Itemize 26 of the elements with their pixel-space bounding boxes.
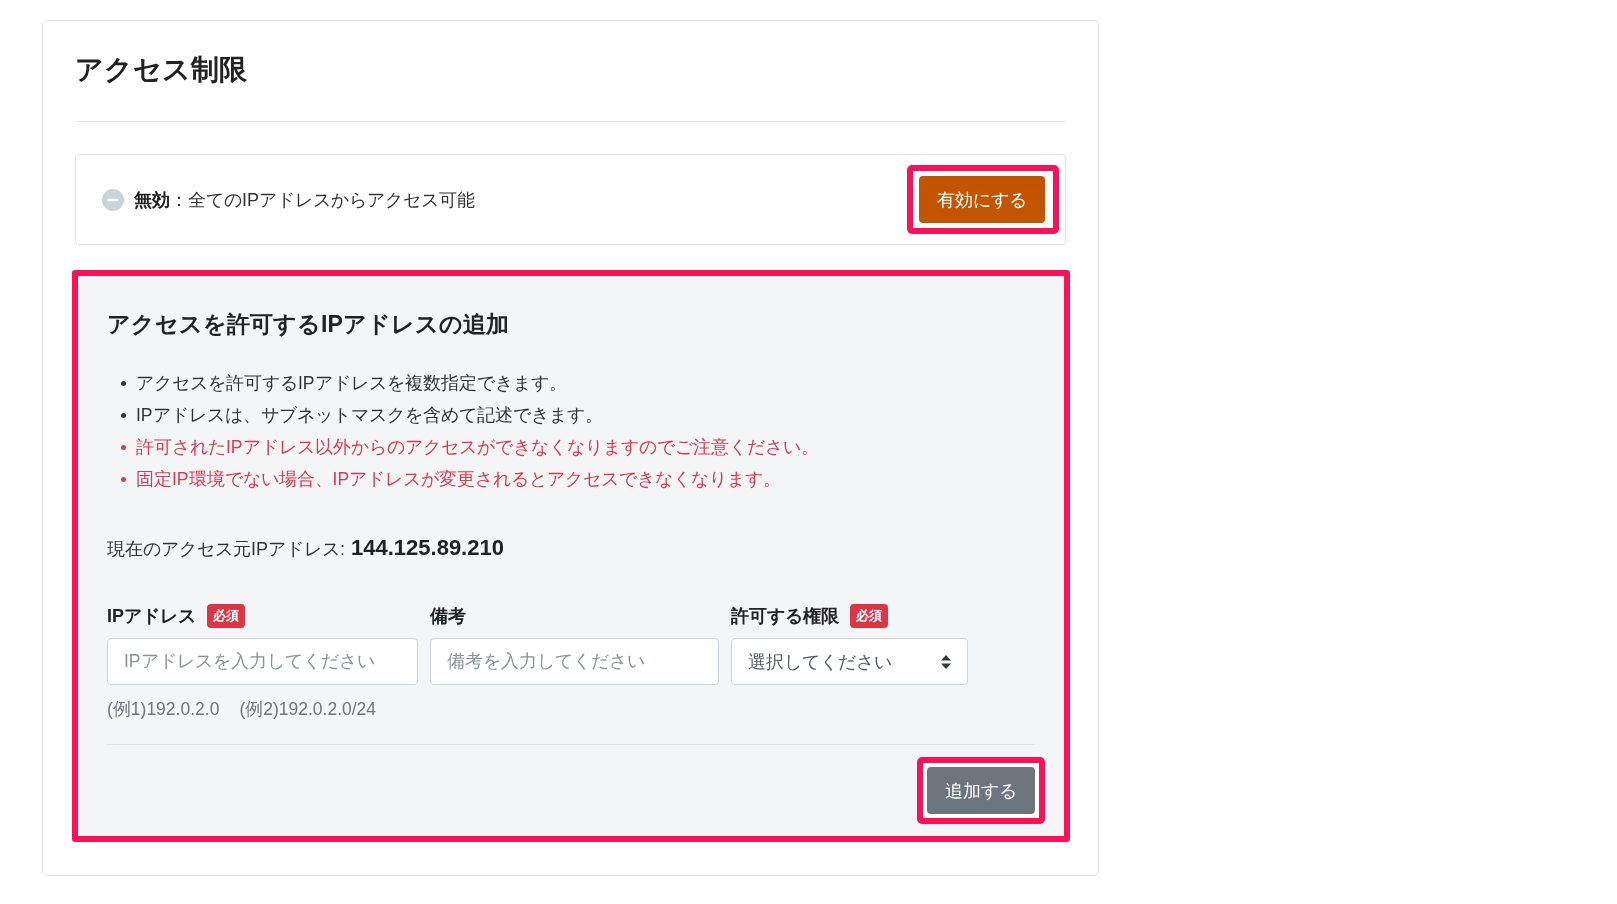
field-label: 備考: [430, 605, 466, 628]
current-ip-label: 現在のアクセス元IPアドレス:: [107, 538, 345, 561]
bullet-icon: [121, 444, 126, 450]
bullet-icon: [121, 412, 126, 418]
text-input[interactable]: 備考を入力してください: [430, 638, 719, 685]
field-label: 許可する権限: [731, 605, 839, 628]
required-badge: 必須: [850, 604, 888, 628]
enable-button[interactable]: 有効にする: [919, 176, 1045, 223]
select-dropdown[interactable]: 選択してください: [731, 638, 968, 685]
section-title: アクセスを許可するIPアドレスの追加: [107, 310, 510, 339]
note-text: IPアドレスは、サブネットマスクを含めて記述できます。: [136, 404, 603, 427]
required-badge: 必須: [207, 604, 245, 628]
example-text: (例1)192.0.2.0: [107, 698, 220, 721]
status-text: 無効：全てのIPアドレスからアクセス可能: [134, 188, 475, 212]
note-text: 許可されたIPアドレス以外からのアクセスができなくなりますのでご注意ください。: [136, 436, 819, 459]
up-down-arrows-icon: [941, 654, 951, 669]
note-text: アクセスを許可するIPアドレスを複数指定できます。: [136, 372, 567, 395]
current-ip-value: 144.125.89.210: [351, 534, 504, 562]
text-input[interactable]: IPアドレスを入力してください: [107, 638, 418, 685]
field-label: IPアドレス: [107, 605, 196, 628]
add-button[interactable]: 追加する: [927, 767, 1035, 814]
bullet-icon: [121, 476, 126, 482]
example-text: (例2)192.0.2.0/24: [239, 698, 377, 721]
page-title: アクセス制限: [75, 53, 248, 87]
bullet-icon: [121, 380, 126, 386]
note-text: 固定IP環境でない場合、IPアドレスが変更されるとアクセスできなくなります。: [136, 468, 782, 491]
